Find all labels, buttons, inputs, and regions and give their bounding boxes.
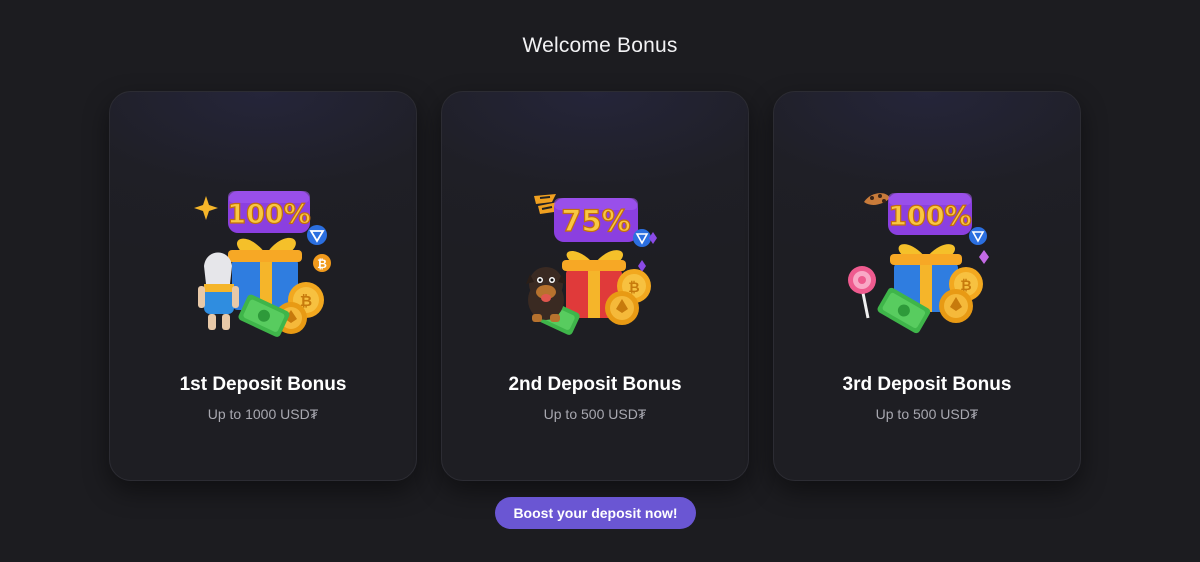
percent-label: 75% (561, 204, 630, 238)
leopard-pattern-icon (864, 193, 890, 205)
deposit-bonus-card-2[interactable]: 75% ₿ 2nd Deposit Bonus Up to 500 USD₮ (441, 91, 749, 481)
bonus-100-illustration: 100% ₿ (848, 193, 989, 334)
card-title: 2nd Deposit Bonus (508, 374, 682, 395)
card-subtitle: Up to 1000 USD₮ (207, 406, 319, 422)
svg-text:₿: ₿ (317, 257, 327, 271)
deposit-bonus-card-3[interactable]: 100% ₿ 3rd Deposit Bonus Up to 500 USD₮ (773, 91, 1081, 481)
lollipop-icon (848, 266, 876, 319)
boost-deposit-button[interactable]: Boost your deposit now! (495, 497, 696, 529)
card-subtitle: Up to 500 USD₮ (543, 406, 647, 422)
card-subtitle: Up to 500 USD₮ (875, 406, 979, 422)
deposit-bonus-card-1[interactable]: 100% ₿ ₿ 1st Deposit Bonus Up to 1000 US… (109, 91, 417, 481)
bonus-100-illustration: 100% ₿ ₿ (194, 191, 331, 337)
percent-label: 100% (888, 201, 971, 232)
welcome-bonus-page: Welcome Bonus 100% ₿ ₿ 1st Deposit Bonus… (0, 0, 1200, 562)
card-title: 1st Deposit Bonus (179, 374, 347, 395)
page-title: Welcome Bonus (522, 34, 678, 57)
bonus-75-illustration: 75% ₿ (526, 194, 657, 335)
percent-label: 100% (227, 199, 310, 230)
card-title: 3rd Deposit Bonus (842, 374, 1012, 395)
sparkle-icon (194, 196, 218, 220)
